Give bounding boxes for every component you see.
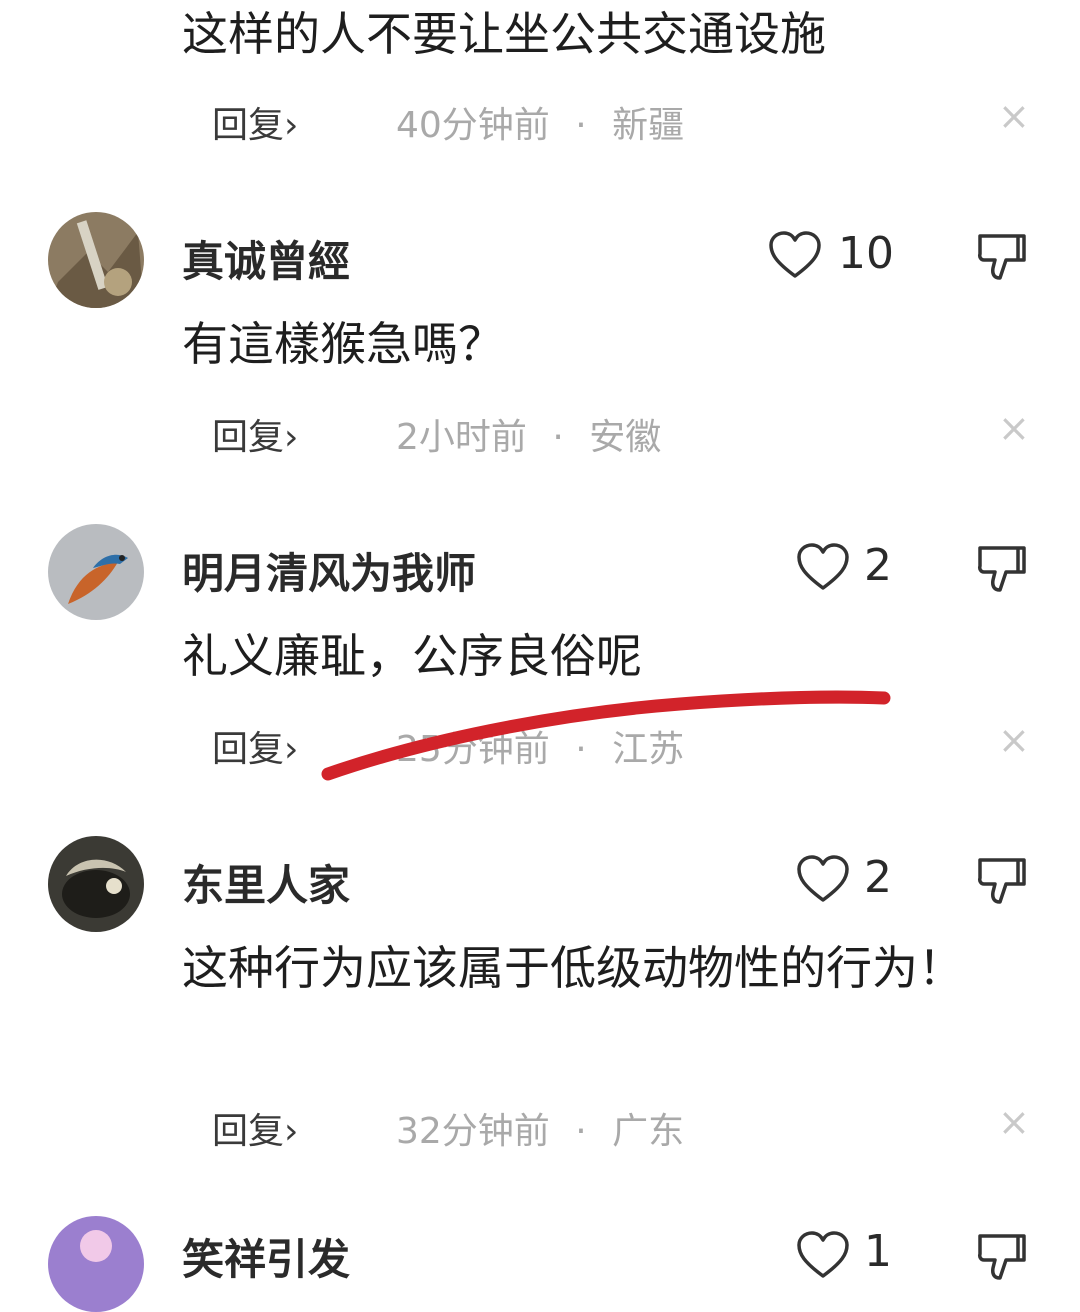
chevron-right-icon: ›	[284, 729, 299, 770]
thumbs-down-icon[interactable]	[976, 544, 1028, 594]
chevron-right-icon: ›	[284, 1111, 299, 1152]
comment-meta: 2小时前 · 安徽	[396, 408, 661, 460]
reply-label: 回复	[212, 417, 285, 458]
heart-outline-icon[interactable]	[796, 542, 850, 592]
reply-label: 回复	[212, 729, 285, 770]
thumbs-down-icon[interactable]	[976, 1232, 1028, 1282]
comment-region: 新疆	[612, 105, 685, 146]
username[interactable]: 笑祥引发	[182, 1226, 350, 1287]
heart-outline-icon[interactable]	[796, 1230, 850, 1280]
close-icon[interactable]: ×	[998, 94, 1030, 138]
avatar[interactable]	[48, 836, 144, 932]
like-count: 1	[864, 1226, 892, 1277]
comment-text: 这样的人不要让坐公共交通设施	[182, 7, 826, 61]
like-count: 2	[864, 852, 892, 903]
comment-time: 32分钟前	[396, 1111, 550, 1152]
reply-button[interactable]: 回复›	[212, 720, 298, 772]
comment-meta: 40分钟前 · 新疆	[396, 96, 684, 148]
heart-outline-icon[interactable]	[768, 230, 822, 280]
close-icon[interactable]: ×	[998, 718, 1030, 762]
thumbs-down-icon[interactable]	[976, 856, 1028, 906]
close-icon[interactable]: ×	[998, 406, 1030, 450]
meta-separator: ·	[552, 417, 564, 458]
comment-region: 安徽	[589, 417, 662, 458]
username[interactable]: 明月清风为我师	[182, 540, 476, 601]
username[interactable]: 真诚曾經	[182, 228, 350, 289]
username[interactable]: 东里人家	[182, 852, 350, 913]
heart-outline-icon[interactable]	[796, 854, 850, 904]
comment-region: 广东	[612, 1111, 685, 1152]
thumbs-down-icon[interactable]	[976, 232, 1028, 282]
chevron-right-icon: ›	[284, 105, 299, 146]
like-count: 2	[864, 540, 892, 591]
comment-text: 这种行为应该属于低级动物性的行为！	[182, 941, 964, 995]
comment-meta: 32分钟前 · 广东	[396, 1102, 684, 1154]
avatar[interactable]	[48, 1216, 144, 1312]
chevron-right-icon: ›	[284, 417, 299, 458]
close-icon[interactable]: ×	[998, 1100, 1030, 1144]
comment-time: 40分钟前	[396, 105, 550, 146]
reply-button[interactable]: 回复›	[212, 96, 298, 148]
meta-separator: ·	[575, 105, 587, 146]
reply-button[interactable]: 回复›	[212, 408, 298, 460]
reply-label: 回复	[212, 105, 285, 146]
reply-button[interactable]: 回复›	[212, 1102, 298, 1154]
meta-separator: ·	[575, 1111, 587, 1152]
avatar[interactable]	[48, 524, 144, 620]
red-annotation-stroke	[321, 690, 891, 781]
reply-label: 回复	[212, 1111, 285, 1152]
comment-time: 2小时前	[396, 417, 527, 458]
like-count: 10	[838, 228, 894, 279]
avatar[interactable]	[48, 212, 144, 308]
comment-text: 有這樣猴急嗎？	[182, 317, 504, 371]
